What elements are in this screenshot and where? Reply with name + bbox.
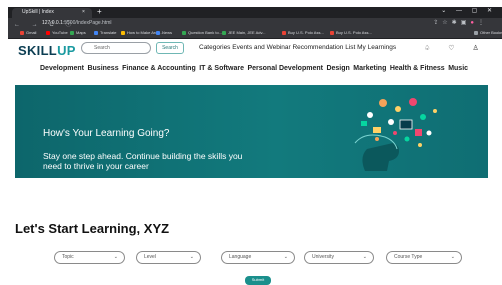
- search-button[interactable]: Search: [156, 42, 184, 54]
- filter-label: Course Type: [394, 254, 423, 260]
- bookmark-favicon-icon: [20, 31, 24, 35]
- bookmark-favicon-icon: [46, 31, 50, 35]
- browser-toolbar-icons[interactable]: ⇪☆✱▣●⋮: [433, 19, 488, 26]
- filter-select-course-type[interactable]: Course Type ⌄: [386, 251, 462, 264]
- filter-label: University: [312, 254, 334, 260]
- filter-select-language[interactable]: Language ⌄: [221, 251, 295, 264]
- category-link[interactable]: Business: [87, 65, 118, 72]
- learning-icons-cluster: [361, 98, 437, 147]
- bookmark-favicon-icon: [182, 31, 186, 35]
- top-nav-links[interactable]: Categories Events and Webinar Recommenda…: [199, 44, 396, 51]
- bookmark-item[interactable]: Maps: [70, 30, 86, 35]
- logo-accent-text: UP: [57, 43, 76, 58]
- bookmark-item[interactable]: Other Bookmarks: [474, 30, 502, 35]
- bookmark-label: YouTube: [52, 30, 68, 35]
- bookmark-favicon-icon: [94, 31, 98, 35]
- category-link[interactable]: IT & Software: [199, 65, 244, 72]
- share-icon[interactable]: ⇪: [433, 20, 442, 26]
- menu-icon[interactable]: ⋮: [478, 20, 488, 26]
- category-bar: Development Business Finance & Accounting I…: [40, 65, 472, 72]
- bookmark-label: Buy U.S. Polo Ass...: [336, 30, 372, 35]
- category-link[interactable]: Design: [326, 65, 349, 72]
- category-link[interactable]: Personal Development: [247, 65, 322, 72]
- sidebar-icon[interactable]: ▣: [461, 20, 471, 26]
- chevron-down-icon: ⌄: [189, 254, 194, 260]
- bookmark-favicon-icon: [330, 31, 334, 35]
- bookmark-label: News: [162, 30, 173, 35]
- hero-title: How's Your Learning Going?: [43, 128, 170, 139]
- url-field[interactable]: 127.0.0.1:5500/IndexPage.html: [42, 20, 112, 26]
- bookmark-label: Buy U.S. Polo Ass...: [288, 30, 324, 35]
- filter-select-level[interactable]: Level ⌄: [136, 251, 201, 264]
- search-input[interactable]: Search: [81, 42, 151, 54]
- bookmark-item[interactable]: Buy U.S. Polo Ass...: [330, 30, 372, 35]
- skillup-logo[interactable]: SKILLUP: [18, 43, 76, 58]
- bookmark-favicon-icon: [121, 31, 125, 35]
- bookmark-item[interactable]: Buy U.S. Polo Ass...: [282, 30, 324, 35]
- bookmark-label: Maps: [76, 30, 86, 35]
- star-icon[interactable]: ☆: [442, 20, 451, 26]
- url-host: 127.0.0.1: [42, 20, 63, 26]
- hero-subtitle: Stay one step ahead. Continue building t…: [43, 151, 243, 171]
- bookmark-label: JEE Main, JEE Adv...: [228, 30, 266, 35]
- bookmark-favicon-icon: [70, 31, 74, 35]
- filter-label: Topic: [62, 254, 74, 260]
- learning-heading: Let's Start Learning, XYZ: [15, 221, 170, 236]
- extension-icon[interactable]: ✱: [452, 20, 461, 26]
- chevron-down-icon: ⌄: [113, 254, 118, 260]
- new-tab-icon[interactable]: +: [97, 7, 102, 16]
- bookmark-label: Other Bookmarks: [480, 30, 502, 35]
- logo-main-text: SKILL: [18, 43, 58, 58]
- chevron-down-icon: ⌄: [362, 254, 367, 260]
- tab-close-icon[interactable]: ×: [82, 9, 85, 15]
- chevron-down-icon: ⌄: [450, 254, 455, 260]
- bookmark-favicon-icon: [474, 31, 478, 35]
- submit-button[interactable]: Submit: [245, 276, 271, 285]
- bookmark-label: Question Bank to...: [188, 30, 223, 35]
- bookmark-item[interactable]: Translate: [94, 30, 117, 35]
- bookmark-favicon-icon: [156, 31, 160, 35]
- bookmark-item[interactable]: News: [156, 30, 172, 35]
- bookmark-item[interactable]: JEE Main, JEE Adv...: [222, 30, 266, 35]
- category-link[interactable]: Health & Fitness: [390, 65, 445, 72]
- bookmark-item[interactable]: YouTube: [46, 30, 68, 35]
- filter-label: Language: [229, 254, 252, 260]
- category-link[interactable]: Development: [40, 65, 84, 72]
- window-controls[interactable]: ⌄ — ▢ ✕: [441, 7, 496, 14]
- tab-title: UpSkill | Index: [22, 9, 54, 15]
- bookmark-favicon-icon: [222, 31, 226, 35]
- bookmark-item[interactable]: Question Bank to...: [182, 30, 222, 35]
- bookmark-label: Translate: [100, 30, 117, 35]
- bookmark-favicon-icon: [282, 31, 286, 35]
- profile-icon[interactable]: ●: [470, 20, 478, 26]
- category-link[interactable]: Marketing: [353, 65, 386, 72]
- category-link[interactable]: Music: [448, 65, 468, 72]
- category-link[interactable]: Finance & Accounting: [122, 65, 196, 72]
- header-icons[interactable]: ♤ ♡ ♙: [424, 44, 487, 52]
- filter-select-university[interactable]: University ⌄: [304, 251, 374, 264]
- url-path: :5500/IndexPage.html: [62, 20, 112, 26]
- chevron-down-icon: ⌄: [283, 254, 288, 260]
- bookmarks-bar: Gmail YouTube Maps Translate How to Make Arc…: [8, 30, 502, 39]
- filter-label: Level: [144, 254, 156, 260]
- bookmark-item[interactable]: Gmail: [20, 30, 36, 35]
- browser-tab[interactable]: UpSkill | Index ×: [12, 8, 92, 18]
- bookmark-label: Gmail: [26, 30, 37, 35]
- filter-select-topic[interactable]: Topic ⌄: [54, 251, 125, 264]
